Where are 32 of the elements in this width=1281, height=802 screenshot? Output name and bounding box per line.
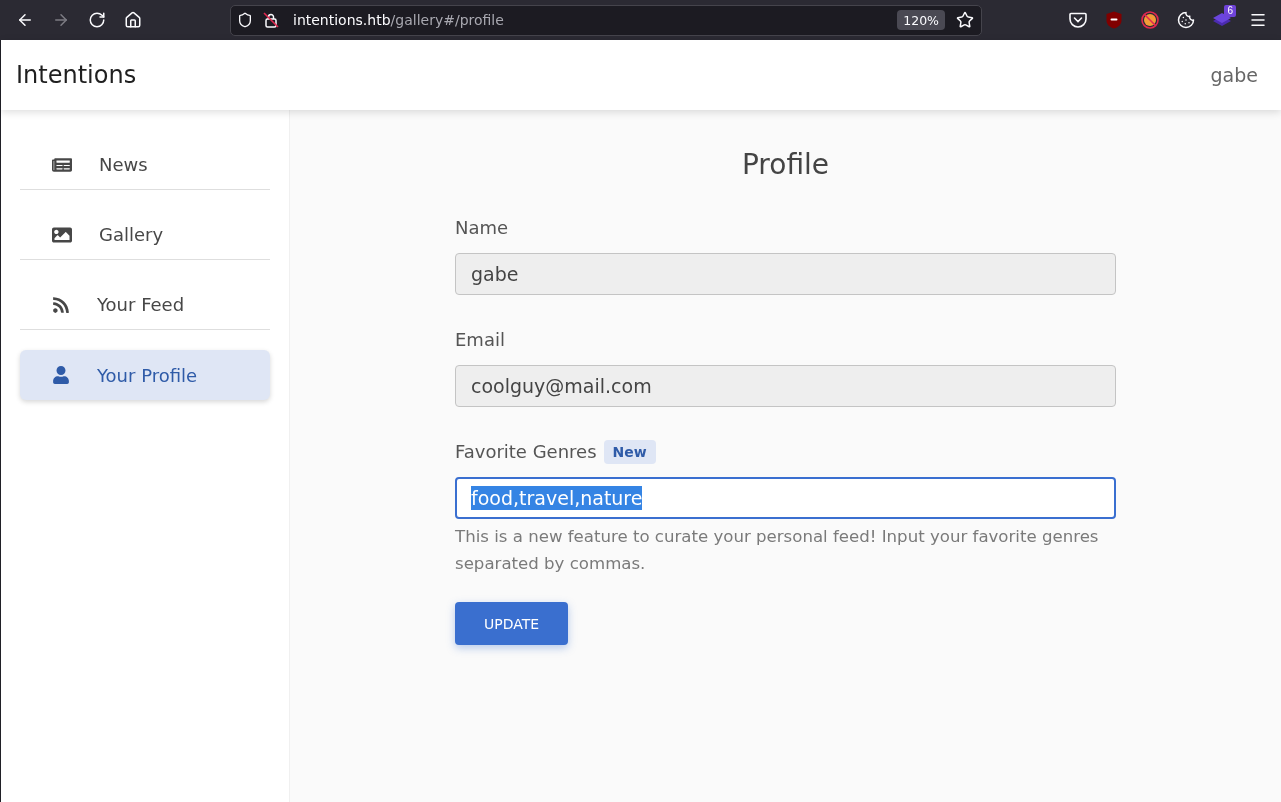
- sidebar-item[interactable]: Your Feed: [20, 270, 270, 330]
- user-name[interactable]: gabe: [1210, 64, 1258, 86]
- field-label: Favorite Genres: [455, 440, 597, 464]
- field-label: Name: [455, 216, 509, 240]
- update-button[interactable]: UPDATE: [455, 602, 569, 645]
- crossed-lock-icon: [263, 12, 279, 28]
- shield-icon: [237, 12, 253, 28]
- blocked-circle-icon: [1141, 11, 1159, 29]
- url-text: intentions.htb/gallery#/profile: [293, 12, 504, 28]
- reload-icon: [88, 11, 106, 29]
- brand-title[interactable]: Intentions: [16, 61, 137, 89]
- sidebar-item[interactable]: Gallery: [20, 200, 270, 260]
- home-icon: [124, 11, 142, 29]
- address-bar[interactable]: intentions.htb/gallery#/profile 120%: [230, 4, 982, 36]
- menu-icon: [1249, 11, 1267, 29]
- page-title: Profile: [741, 147, 830, 183]
- sidebar-item[interactable]: News: [20, 130, 270, 190]
- shield-logo-icon: [1106, 11, 1122, 29]
- help-text: This is a new feature to curate your personal feed! Input your favorite genres separated by commas.: [455, 526, 1100, 575]
- new-badge: New: [603, 440, 656, 464]
- toolbar-button[interactable]: 6: [1206, 4, 1238, 36]
- forward-arrow-icon: [52, 11, 70, 29]
- text-input[interactable]: food,travel,nature: [455, 477, 1116, 519]
- zoom-level[interactable]: 120%: [897, 10, 945, 30]
- rss-icon: [52, 295, 70, 314]
- cookie-icon: [1177, 11, 1195, 29]
- count-badge: 6: [1224, 5, 1236, 17]
- sidebar-item[interactable]: Your Profile: [20, 350, 270, 400]
- field-label: Email: [455, 328, 505, 352]
- user-icon: [52, 366, 70, 384]
- chevron-shield-icon: [1069, 12, 1087, 28]
- star-icon[interactable]: [956, 11, 974, 29]
